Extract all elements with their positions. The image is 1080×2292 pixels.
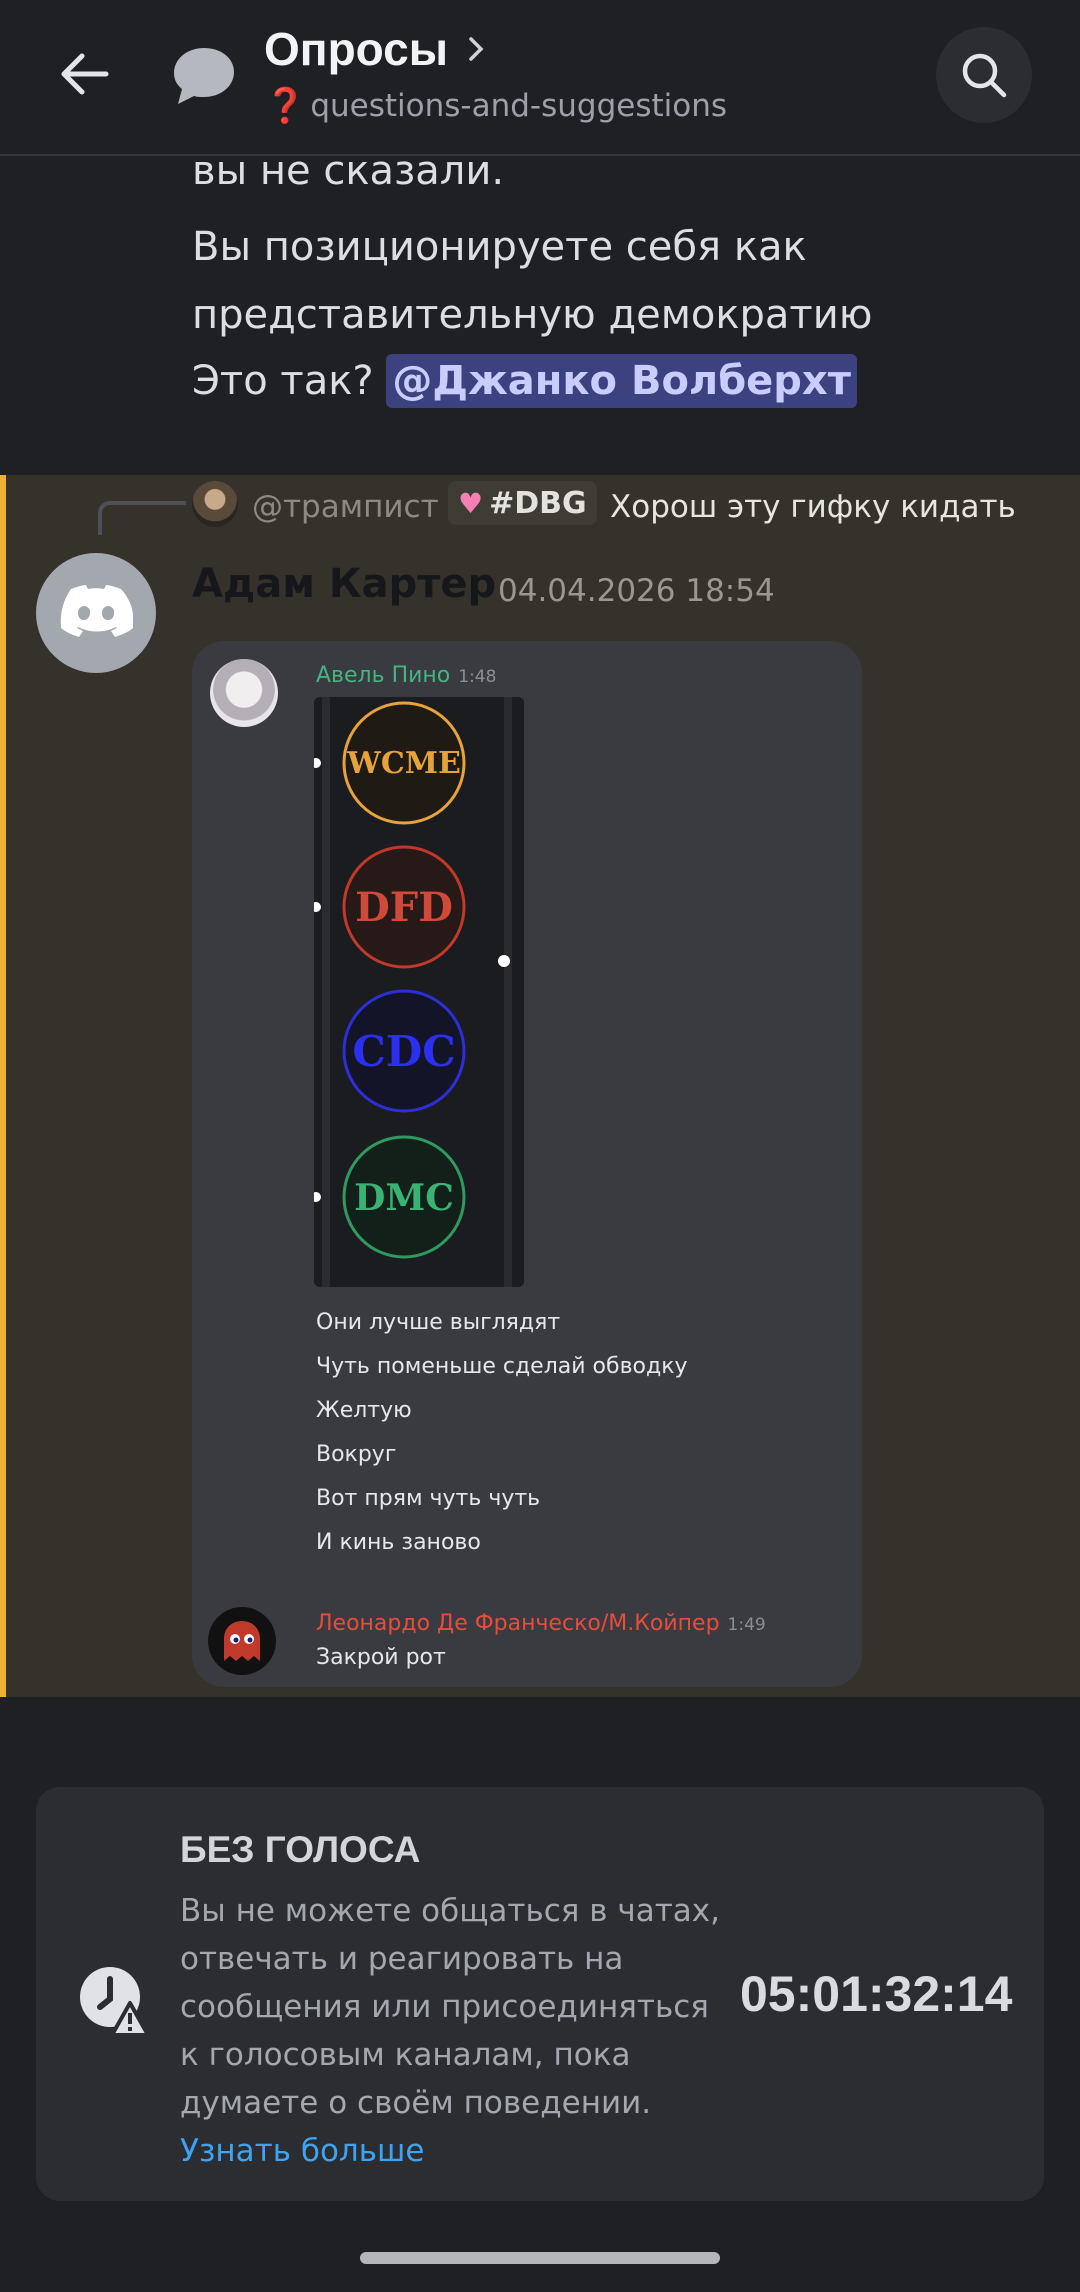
timeout-description: Вы не можете общаться в чатах, отвечать … <box>180 1893 720 2169</box>
svg-text:DMC: DMC <box>354 1177 454 1219</box>
svg-text:WCME: WCME <box>346 746 461 781</box>
embedded-messages: Они лучше выглядят Чуть поменьше сделай … <box>316 1301 688 1565</box>
back-arrow-icon[interactable] <box>48 38 120 110</box>
message-line: представительную демократию <box>192 292 873 338</box>
app-header: Опросы ❓ questions-and-suggestions <box>0 0 1080 156</box>
message-timestamp: 04.04.2026 18:54 <box>498 573 775 609</box>
timeout-clock-icon <box>76 1963 152 2039</box>
message-line: Вы позиционируете себя как <box>192 224 807 270</box>
embedded-line: Желтую <box>316 1398 412 1423</box>
timeout-notice: БЕЗ ГОЛОСА Вы не можете общаться в чатах… <box>36 1787 1044 2201</box>
logos-image: WCME DFD CDC DMC <box>314 697 524 1287</box>
reply-connector <box>98 501 186 535</box>
embedded-username: Леонардо Де Франческо/М.Койпер 1:49 <box>316 1611 766 1636</box>
learn-more-link[interactable]: Узнать больше <box>180 2133 424 2169</box>
logo-dmc: DMC <box>342 1135 466 1259</box>
guild-tag[interactable]: ♥ #DBG <box>448 481 597 525</box>
message-text: Это так? <box>192 358 387 404</box>
embedded-line: Вокруг <box>316 1442 397 1467</box>
embedded-line: Чуть поменьше сделай обводку <box>316 1354 688 1379</box>
svg-text:DFD: DFD <box>355 884 453 931</box>
thread-icon <box>168 40 240 112</box>
guild-tag-label: #DBG <box>489 485 587 521</box>
message-author[interactable]: Адам Картер <box>192 561 496 607</box>
search-button[interactable] <box>936 27 1032 123</box>
timeout-title: БЕЗ ГОЛОСА <box>180 1829 421 1870</box>
chevron-right-icon <box>469 37 484 61</box>
svg-text:CDC: CDC <box>352 1027 455 1076</box>
embedded-avatar-ghost <box>208 1607 276 1675</box>
header-title-block[interactable]: Опросы ❓ questions-and-suggestions <box>264 22 727 126</box>
page-title: Опросы <box>264 23 449 75</box>
channel-label: questions-and-suggestions <box>310 88 728 124</box>
discord-logo-icon <box>60 585 133 637</box>
search-icon <box>962 53 1007 98</box>
logo-dfd: DFD <box>342 845 466 969</box>
timeout-countdown: 05:01:32:14 <box>740 1966 1013 2022</box>
message-image-attachment[interactable]: Авель Пино 1:48 WCME DFD CDC DMC Они луч… <box>192 641 862 1687</box>
reply-preview-text[interactable]: Хорош эту гифку кидать <box>610 489 1016 525</box>
question-mark-icon: ❓ <box>264 86 307 126</box>
embedded-line: Они лучше выглядят <box>316 1310 561 1335</box>
user-mention[interactable]: @Джанко Волберхт <box>386 354 857 408</box>
heart-icon: ♥ <box>458 486 484 520</box>
avatar[interactable] <box>36 553 156 673</box>
embedded-line: И кинь заново <box>316 1530 481 1555</box>
reply-username[interactable]: @трампист <box>252 489 439 525</box>
embedded-line: Вот прям чуть чуть <box>316 1486 541 1511</box>
highlighted-message[interactable]: @трампист ♥ #DBG Хорош эту гифку кидать … <box>0 475 1080 1697</box>
embedded-avatar <box>210 659 278 727</box>
channel-name: ❓ questions-and-suggestions <box>264 86 727 126</box>
embedded-line: Закрой рот <box>316 1645 446 1670</box>
logo-cdc: CDC <box>342 989 466 1113</box>
message-line: Это так? @Джанко Волберхт <box>192 354 857 408</box>
logo-wcme: WCME <box>342 701 466 825</box>
previous-message: вы не сказали. Вы позиционируете себя ка… <box>0 156 1080 474</box>
reply-avatar[interactable] <box>192 481 238 527</box>
embedded-username: Авель Пино 1:48 <box>316 663 497 688</box>
home-indicator[interactable] <box>360 2252 720 2264</box>
message-line: вы не сказали. <box>192 156 505 194</box>
